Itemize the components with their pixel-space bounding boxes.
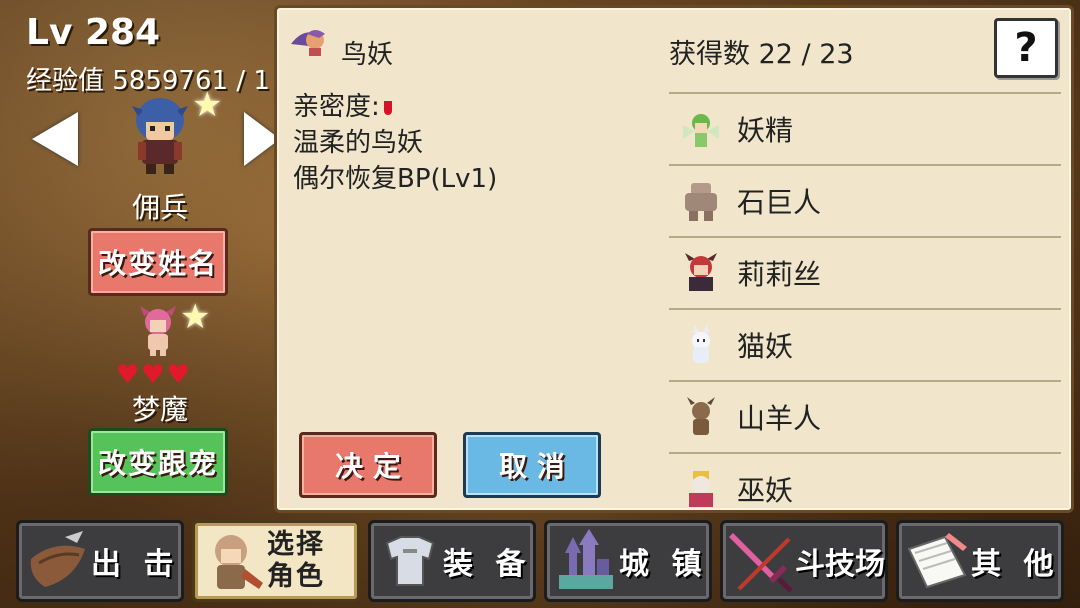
fairy-icon	[683, 114, 719, 147]
nav-equipment-button[interactable]: 装 备	[368, 520, 536, 602]
cancel-button[interactable]: 取 消	[463, 432, 601, 498]
collection-count: 获得数 22 / 23	[669, 39, 854, 70]
wing-icon	[30, 531, 85, 587]
nav-label: 其 他	[971, 547, 1060, 582]
cat-icon	[692, 325, 710, 363]
lilith-icon	[685, 253, 717, 291]
nav-other-button[interactable]: 其 他	[896, 520, 1064, 602]
castle-icon	[559, 529, 613, 589]
pet-name: 梦魔	[131, 393, 188, 426]
hero-star-icon: ★	[192, 85, 223, 125]
monster-list-label: 猫妖	[737, 330, 794, 363]
affinity-heart-icon	[383, 100, 392, 115]
monster-desc-line1: 温柔的鸟妖	[293, 128, 424, 158]
nav-arena-button[interactable]: 斗技场	[720, 520, 888, 602]
monster-desc-line2: 偶尔恢复BP(Lv1)	[293, 164, 498, 194]
nav-label: 出 击	[91, 547, 180, 582]
change-pet-button[interactable]: 改变跟宠	[88, 428, 228, 496]
nav-label: 选择 角色	[267, 529, 325, 592]
character-icon	[215, 535, 263, 589]
confirm-button[interactable]: 决 定	[299, 432, 437, 498]
prev-character-arrow-icon[interactable]	[32, 112, 78, 166]
monster-list-label: 巫妖	[737, 474, 794, 507]
lich-icon	[689, 471, 713, 507]
nav-town-button[interactable]: 城 镇	[544, 520, 712, 602]
list-item[interactable]: 山羊人	[669, 380, 1061, 452]
affinity-row: 亲密度:	[293, 86, 392, 123]
pet-sprite	[140, 306, 176, 356]
player-level: Lv 284	[26, 12, 161, 53]
list-item[interactable]: 猫妖	[669, 308, 1061, 380]
list-item[interactable]: 石巨人	[669, 164, 1061, 236]
nav-label: 斗技场	[795, 547, 885, 582]
goatman-icon	[687, 397, 715, 435]
armor-icon	[385, 536, 435, 586]
nav-label: 城 镇	[619, 547, 708, 582]
monster-list-label: 妖精	[737, 114, 794, 147]
list-item[interactable]: 妖精	[669, 92, 1061, 164]
harpy-icon	[291, 30, 325, 56]
monster-name: 鸟妖	[341, 40, 394, 70]
list-item[interactable]: 莉莉丝	[669, 236, 1061, 308]
rename-button[interactable]: 改变姓名	[88, 228, 228, 296]
sword-icon	[729, 533, 793, 593]
pet-hearts-icon: ♥♥♥	[116, 360, 192, 390]
monster-list-label: 石巨人	[737, 186, 822, 219]
nav-sortie-button[interactable]: 出 击	[16, 520, 184, 602]
hero-class-name: 佣兵	[131, 191, 188, 224]
pet-star-icon: ★	[180, 297, 211, 337]
golem-icon	[685, 183, 717, 221]
help-button[interactable]: ?	[994, 18, 1058, 78]
monster-list-label: 莉莉丝	[737, 258, 822, 291]
nav-select-character-button[interactable]: 选择 角色	[192, 520, 360, 602]
nav-label: 装 备	[443, 547, 532, 582]
monster-list: 妖精 石巨人 莉莉丝 猫妖 山羊人 巫妖	[669, 92, 1061, 524]
affinity-label: 亲密度:	[293, 92, 380, 122]
hero-sprite	[132, 98, 188, 174]
monster-list-label: 山羊人	[737, 402, 822, 435]
monster-detail-panel: 鸟妖 亲密度: 温柔的鸟妖 偶尔恢复BP(Lv1) 获得数 22 / 23 ? …	[274, 5, 1074, 513]
list-item[interactable]: 巫妖	[669, 452, 1061, 524]
notebook-icon	[907, 533, 967, 589]
